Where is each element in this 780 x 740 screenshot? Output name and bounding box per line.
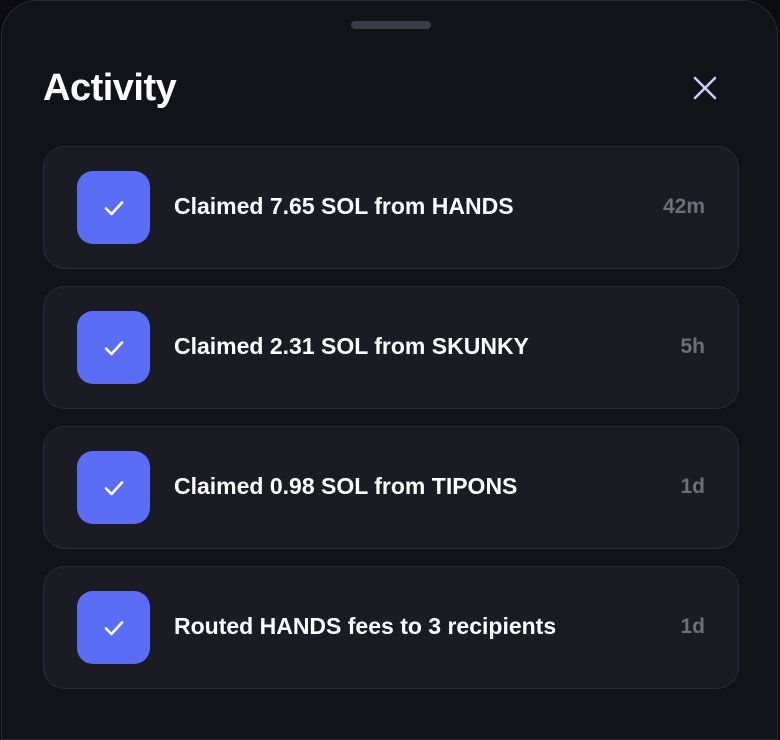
list-item[interactable]: Claimed 2.31 SOL from SKUNKY 5h (43, 286, 739, 409)
list-item[interactable]: Routed HANDS fees to 3 recipients 1d (43, 566, 739, 689)
activity-label: Claimed 0.98 SOL from TIPONS (174, 473, 518, 499)
activity-time: 42m (662, 195, 705, 218)
checkmark-icon (104, 480, 123, 495)
activity-time: 1d (680, 615, 705, 638)
list-item[interactable]: Claimed 7.65 SOL from HANDS 42m (43, 146, 739, 269)
activity-label: Claimed 2.31 SOL from SKUNKY (174, 333, 529, 359)
activity-time: 1d (680, 475, 705, 498)
checkmark-icon (104, 340, 123, 355)
checkmark-icon (104, 200, 123, 215)
success-badge (77, 311, 150, 384)
activity-list: Claimed 7.65 SOL from HANDS 42m Claimed … (43, 146, 739, 706)
list-item[interactable]: Claimed 0.98 SOL from TIPONS 1d (43, 426, 739, 549)
success-badge (77, 171, 150, 244)
activity-label: Routed HANDS fees to 3 recipients (174, 613, 557, 639)
activity-label: Claimed 7.65 SOL from HANDS (174, 193, 514, 219)
page-title: Activity (43, 67, 177, 109)
checkmark-icon (104, 620, 123, 635)
close-button[interactable] (686, 69, 724, 107)
success-badge (77, 451, 150, 524)
activity-sheet: Activity Claimed 7.65 SOL from HANDS 42m… (1, 0, 778, 740)
close-icon (693, 76, 717, 100)
sheet-grabber-handle[interactable] (351, 21, 431, 29)
activity-time: 5h (680, 335, 705, 358)
success-badge (77, 591, 150, 664)
